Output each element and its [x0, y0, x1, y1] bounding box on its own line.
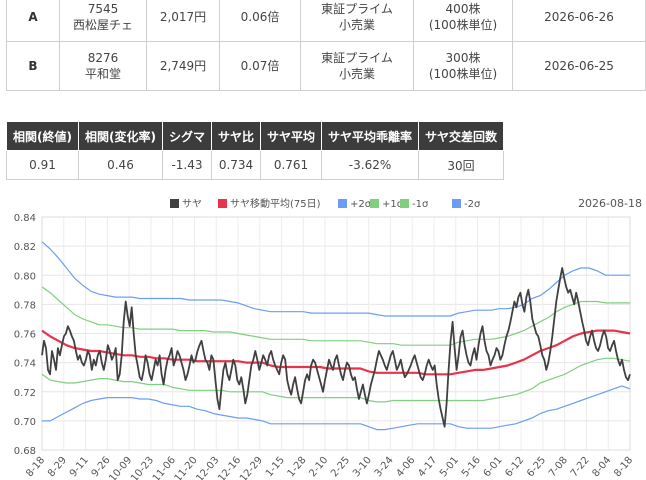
x-tick-label: 4-17	[416, 455, 439, 479]
x-tick-label: 6-12	[503, 455, 526, 479]
spread-chart: サヤ サヤ移動平均(75日) +2σ +1σ -1σ -2σ 2026-08-18 0.8…	[14, 197, 642, 480]
stock-label: A	[6, 0, 60, 42]
stock-price: 2,017円	[146, 0, 220, 42]
stat-header-sigma: シグマ	[161, 121, 212, 151]
stock-pair-table: A 7545 西松屋チェ 2,017円 0.06倍 東証プライム 小売業 400株 (…	[6, 0, 646, 91]
x-axis: 8-188-299-119-2610-0910-2311-0611-2012-0…	[24, 455, 635, 480]
y-tick-label: 0.80	[14, 271, 36, 282]
series-line	[41, 357, 631, 403]
legend-swatch	[400, 199, 409, 208]
chart-date-label: 2026-08-18	[578, 197, 642, 210]
stock-name: 平和堂	[84, 67, 121, 81]
stock-sector: 小売業	[338, 18, 375, 32]
legend-swatch	[370, 199, 379, 208]
legend-label: -2σ	[464, 199, 481, 210]
stock-date: 2026-06-25	[512, 41, 646, 91]
chart-legend: サヤ サヤ移動平均(75日) +2σ +1σ -1σ -2σ	[170, 197, 481, 210]
stat-header-corr-change: 相関(変化率)	[77, 121, 163, 151]
stat-header-corr-close: 相関(終値)	[6, 121, 79, 151]
x-tick-label: 6-01	[482, 455, 505, 479]
stat-value-avg: 0.761	[259, 150, 323, 180]
y-tick-label: 0.72	[14, 388, 36, 399]
stock-shares-cell: 300株 (100株単位)	[413, 41, 513, 91]
y-tick-label: 0.78	[14, 300, 36, 311]
stats-value-row: 0.91 0.46 -1.43 0.734 0.761 -3.62% 30回	[6, 150, 505, 180]
stats-table: 相関(終値) 相関(変化率) シグマ サヤ比 サヤ平均 サヤ平均乖離率 サヤ交差…	[6, 121, 505, 180]
stock-label: B	[6, 41, 60, 91]
stat-value-corr-close: 0.91	[6, 150, 79, 180]
x-tick-label: 7-22	[569, 455, 592, 479]
legend-swatch	[218, 199, 227, 208]
stat-value-sigma: -1.43	[161, 150, 212, 180]
legend-label: サヤ移動平均(75日)	[230, 197, 321, 210]
y-tick-label: 0.74	[14, 359, 36, 370]
stock-pbr: 0.06倍	[219, 0, 301, 42]
stock-code: 7545	[87, 2, 119, 16]
stock-shares: 400株	[445, 2, 481, 16]
stat-value-deviation: -3.62%	[321, 150, 420, 180]
stock-name-cell: 7545 西松屋チェ	[59, 0, 147, 42]
stock-shares: 300株	[445, 51, 481, 65]
stock-unit: (100株単位)	[428, 67, 498, 81]
stock-code: 8276	[87, 51, 119, 65]
x-tick-label: 12-29	[238, 455, 265, 480]
stock-unit: (100株単位)	[428, 18, 498, 32]
x-tick-label: 1-15	[264, 455, 287, 479]
stock-market: 東証プライム	[321, 51, 393, 65]
stock-shares-cell: 400株 (100株単位)	[413, 0, 513, 42]
stock-name-cell: 8276 平和堂	[59, 41, 147, 91]
x-tick-label: 7-08	[547, 455, 570, 479]
series-line	[41, 267, 631, 428]
stat-value-ratio: 0.734	[210, 150, 262, 180]
y-axis: 0.84 0.82 0.80 0.78 0.76 0.74 0.72 0.70 0.68	[14, 213, 36, 457]
series-line	[42, 385, 631, 431]
chart-grid	[41, 216, 631, 451]
stat-header-avg: サヤ平均	[259, 121, 323, 151]
y-tick-label: 0.82	[14, 242, 36, 253]
y-tick-label: 0.70	[14, 417, 36, 428]
y-tick-label: 0.76	[14, 330, 36, 341]
stock-date: 2026-06-26	[512, 0, 646, 42]
stock-market-cell: 東証プライム 小売業	[300, 41, 414, 91]
legend-label: +2σ	[350, 199, 372, 210]
x-tick-label: 4-06	[395, 455, 418, 479]
stock-sector: 小売業	[338, 67, 375, 81]
x-tick-label: 8-18	[24, 455, 47, 479]
legend-label: -1σ	[412, 199, 429, 210]
legend-swatch	[452, 199, 461, 208]
stock-pbr: 0.07倍	[219, 41, 301, 91]
x-tick-label: 9-11	[68, 455, 91, 479]
stock-name: 西松屋チェ	[72, 18, 133, 32]
stock-market: 東証プライム	[321, 2, 393, 16]
stat-value-corr-change: 0.46	[77, 150, 163, 180]
x-tick-label: 2-10	[307, 455, 330, 479]
legend-label: サヤ	[182, 198, 202, 210]
stat-header-deviation: サヤ平均乖離率	[321, 121, 420, 151]
x-tick-label: 3-10	[351, 455, 374, 479]
y-tick-label: 0.84	[14, 213, 36, 224]
x-tick-label: 8-04	[591, 455, 614, 479]
legend-swatch	[170, 199, 179, 208]
x-tick-label: 5-16	[460, 455, 483, 479]
x-tick-label: 5-01	[438, 455, 461, 479]
x-tick-label: 8-29	[46, 455, 69, 479]
stock-row-a: A 7545 西松屋チェ 2,017円 0.06倍 東証プライム 小売業 400株 (…	[6, 0, 646, 42]
x-tick-label: 6-25	[525, 455, 548, 479]
chart-series	[41, 241, 631, 431]
stock-row-b: B 8276 平和堂 2,749円 0.07倍 東証プライム 小売業 300株 (10…	[6, 41, 646, 91]
x-tick-label: 8-18	[612, 455, 635, 479]
x-tick-label: 1-28	[286, 455, 309, 479]
stock-market-cell: 東証プライム 小売業	[300, 0, 414, 42]
legend-swatch	[338, 199, 347, 208]
x-tick-label: 3-24	[373, 455, 396, 479]
y-tick-label: 0.68	[14, 446, 36, 457]
stat-header-ratio: サヤ比	[210, 121, 262, 151]
x-tick-label: 2-25	[329, 455, 352, 479]
stats-header-row: 相関(終値) 相関(変化率) シグマ サヤ比 サヤ平均 サヤ平均乖離率 サヤ交差…	[6, 121, 505, 151]
stock-price: 2,749円	[146, 41, 220, 91]
stat-header-crossings: サヤ交差回数	[418, 121, 505, 151]
stat-value-crossings: 30回	[418, 150, 505, 180]
